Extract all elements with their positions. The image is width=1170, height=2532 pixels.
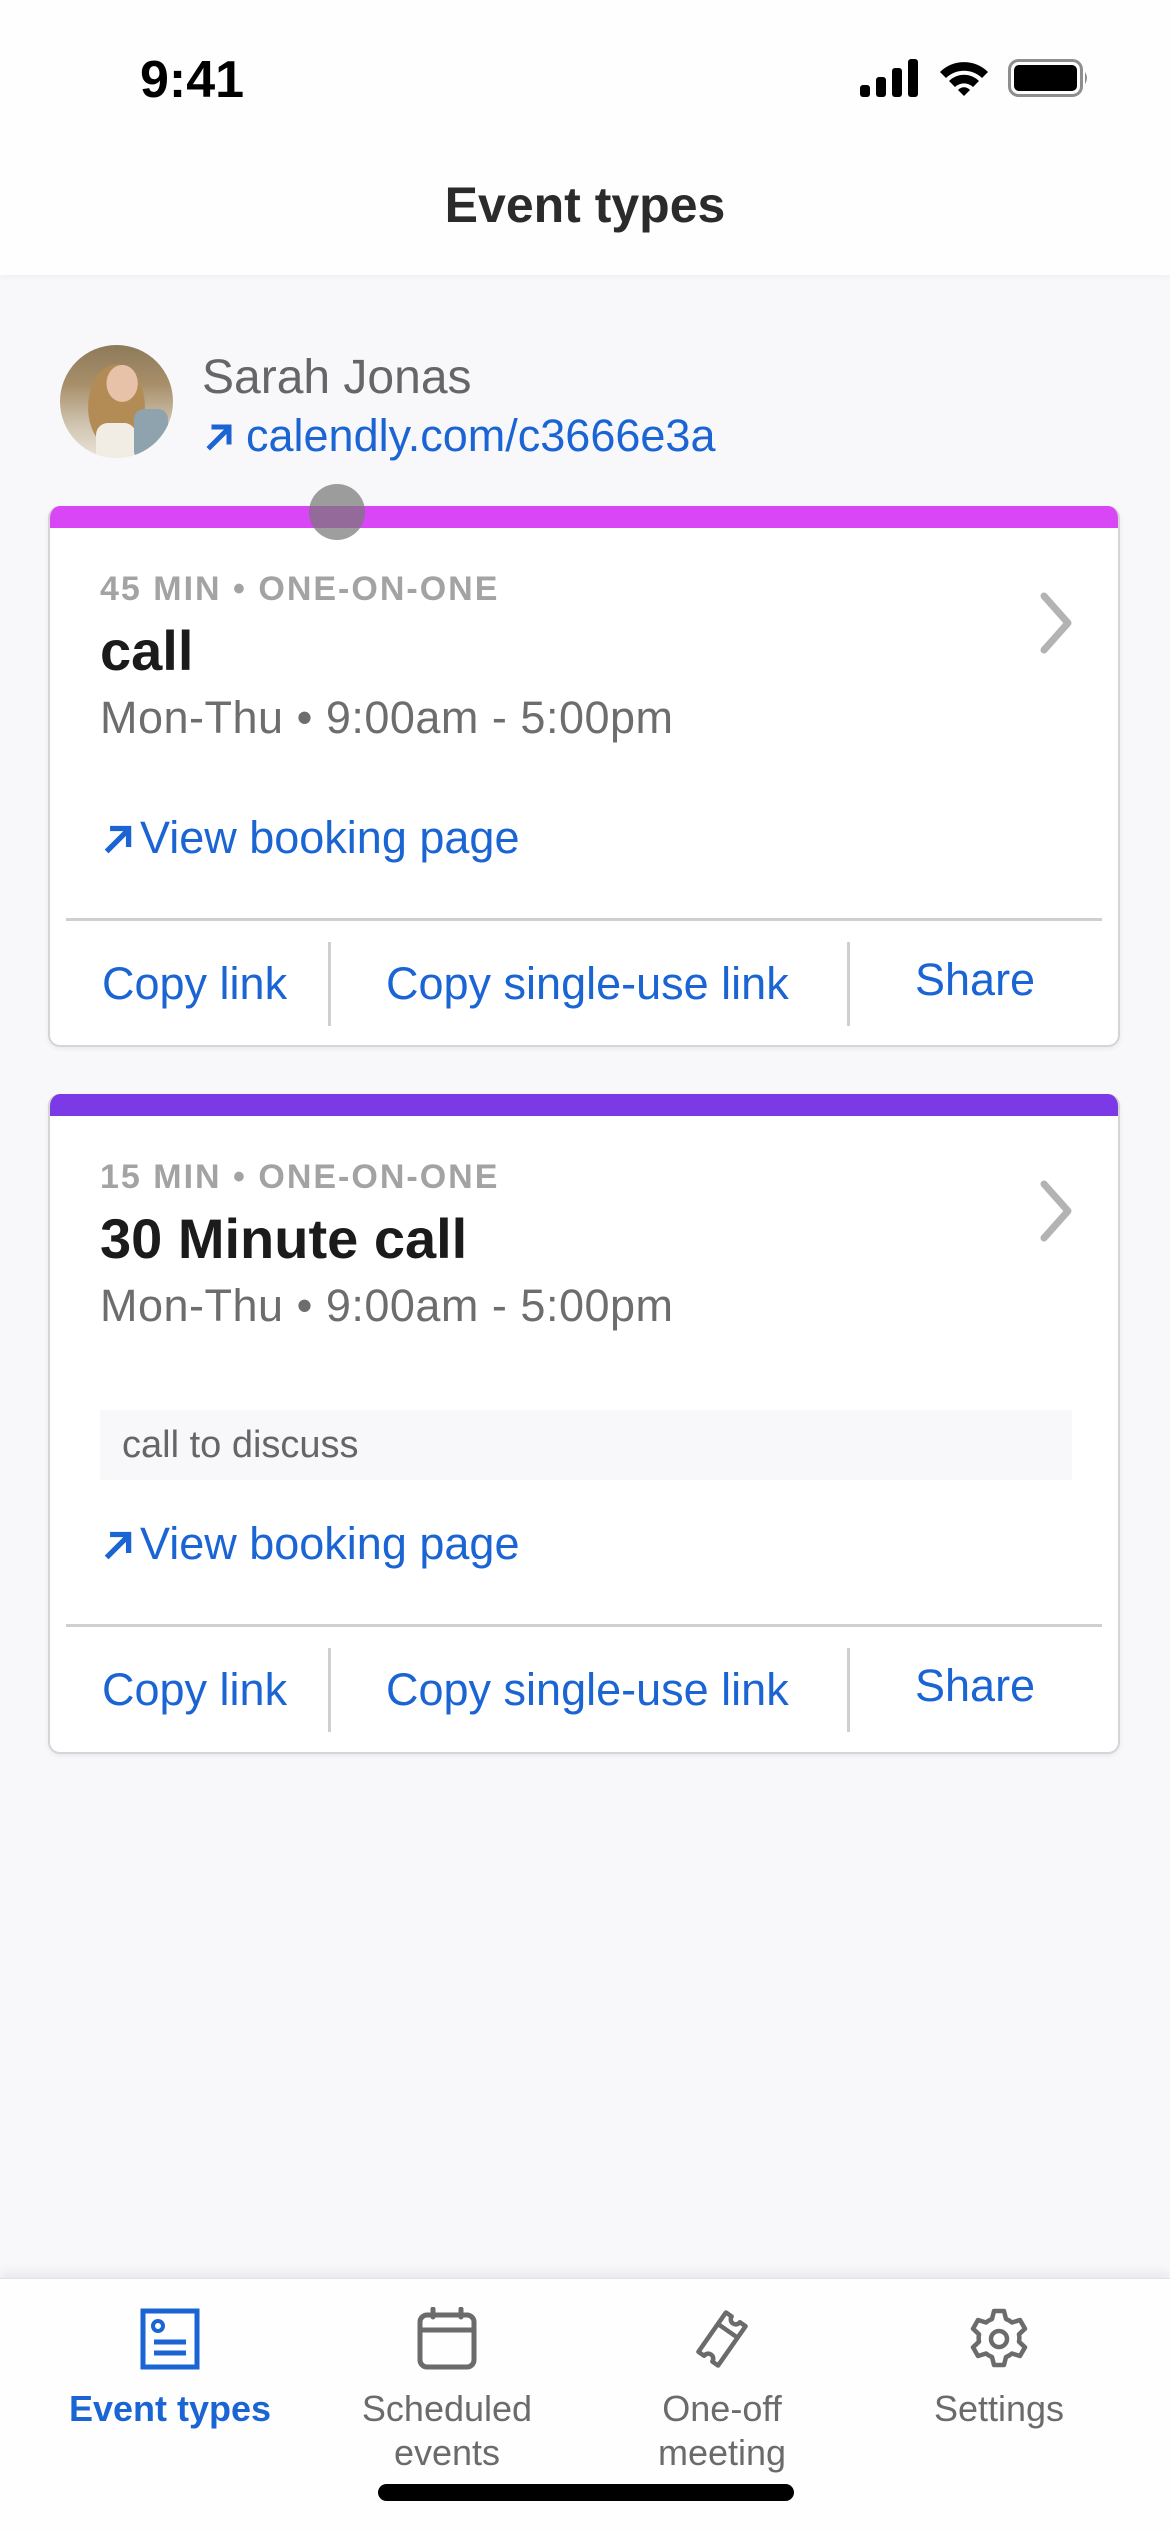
card-divider [66, 918, 1102, 921]
event-description: call to discuss [100, 1410, 1072, 1480]
ticket-icon [696, 2310, 748, 2368]
event-title: call [100, 619, 194, 682]
arrow-up-right-icon [104, 1531, 132, 1560]
avatar [60, 345, 173, 458]
page-title: Event types [444, 177, 726, 233]
profile-name: Sarah Jonas [202, 351, 472, 404]
view-booking-page-label: View booking page [140, 1518, 520, 1569]
home-indicator [378, 2484, 794, 2501]
event-types-icon [140, 2308, 200, 2370]
tab-scheduled-events[interactable]: Scheduled events [327, 2307, 567, 2475]
tab-label: Settings [933, 2388, 1065, 2429]
copy-single-use-link-button[interactable]: Copy single-use link [386, 1648, 789, 1732]
card-divider [66, 1624, 1102, 1627]
view-booking-page-label: View booking page [140, 812, 520, 863]
copy-link-button[interactable]: Copy link [102, 1648, 287, 1732]
copy-link-button[interactable]: Copy link [102, 942, 287, 1026]
card-actions: Copy link Copy single-use link Share [50, 942, 1118, 1026]
profile-link[interactable]: calendly.com/c3666e3a [202, 410, 715, 462]
card-color-bar [50, 506, 1118, 528]
tab-settings[interactable]: Settings [879, 2307, 1119, 2431]
wifi-icon [940, 62, 988, 96]
status-time: 9:41 [140, 51, 245, 109]
event-type-card[interactable]: 45 MIN • ONE-ON-ONE call Mon-Thu • 9:00a… [48, 506, 1120, 1047]
chevron-right-icon[interactable] [1036, 1178, 1076, 1244]
card-color-bar [50, 1094, 1118, 1116]
top-header: 9:41 Event types [0, 0, 1170, 275]
share-button[interactable]: Share [915, 1644, 1035, 1728]
tab-event-types[interactable]: Event types [50, 2307, 290, 2431]
event-title: 30 Minute call [100, 1207, 468, 1270]
card-actions: Copy link Copy single-use link Share [50, 1648, 1118, 1732]
event-hours: Mon-Thu • 9:00am - 5:00pm [100, 692, 674, 743]
event-hours: Mon-Thu • 9:00am - 5:00pm [100, 1280, 674, 1331]
tab-label: Event types [68, 2388, 272, 2429]
calendar-icon [417, 2307, 477, 2370]
arrow-up-right-icon [104, 825, 132, 854]
status-icons [860, 58, 1090, 98]
gear-icon [970, 2308, 1028, 2368]
arrow-up-right-icon [206, 424, 232, 451]
view-booking-page-link[interactable]: View booking page [100, 812, 519, 864]
action-divider [328, 1648, 331, 1732]
tab-label: One-off meeting [657, 2388, 787, 2473]
copy-single-use-link-button[interactable]: Copy single-use link [386, 942, 789, 1026]
touch-indicator [309, 484, 365, 540]
action-divider [328, 942, 331, 1026]
view-booking-page-link[interactable]: View booking page [100, 1518, 519, 1570]
action-divider [847, 1648, 850, 1732]
event-meta: 45 MIN • ONE-ON-ONE [100, 570, 500, 608]
share-button[interactable]: Share [915, 938, 1035, 1022]
chevron-right-icon[interactable] [1036, 590, 1076, 656]
profile-link-text: calendly.com/c3666e3a [246, 410, 716, 461]
tab-label: Scheduled events [361, 2388, 533, 2473]
tab-one-off-meeting[interactable]: One-off meeting [602, 2307, 842, 2475]
cellular-signal-icon [860, 59, 918, 97]
action-divider [847, 942, 850, 1026]
battery-icon [1008, 59, 1087, 97]
event-meta: 15 MIN • ONE-ON-ONE [100, 1158, 500, 1196]
event-type-card[interactable]: 15 MIN • ONE-ON-ONE 30 Minute call Mon-T… [48, 1094, 1120, 1754]
